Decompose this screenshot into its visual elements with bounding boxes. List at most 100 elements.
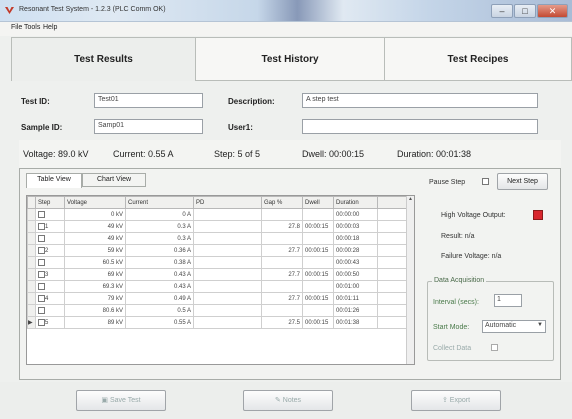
row-header[interactable]: [27, 268, 36, 281]
cell-gap[interactable]: 27.7: [261, 268, 303, 281]
col-header-voltage[interactable]: Voltage: [64, 196, 126, 209]
row-checkbox[interactable]: [38, 294, 45, 302]
cell-pd[interactable]: [193, 256, 262, 269]
close-button[interactable]: ✕: [537, 4, 568, 18]
cell-step[interactable]: 5: [35, 316, 65, 329]
tab-test-results[interactable]: Test Results: [11, 37, 196, 81]
table-row[interactable]: 0 kV 0 A 00:00:00: [27, 208, 408, 221]
table-row[interactable]: 4 79 kV 0.49 A 27.7 00:00:15 00:01:11: [27, 292, 408, 305]
row-checkbox[interactable]: [38, 246, 45, 254]
row-header[interactable]: [27, 232, 36, 245]
row-checkbox[interactable]: [38, 222, 45, 230]
table-row[interactable]: 1 49 kV 0.3 A 27.8 00:00:15 00:00:03: [27, 220, 408, 233]
cell-voltage[interactable]: 69 kV: [64, 268, 126, 281]
row-header[interactable]: [27, 304, 36, 317]
col-header-duration[interactable]: Duration: [333, 196, 378, 209]
cell-dwell[interactable]: [302, 232, 334, 245]
col-header-pd[interactable]: PD: [193, 196, 262, 209]
next-step-button[interactable]: Next Step: [497, 173, 548, 190]
results-table[interactable]: Step Voltage Current PD Gap % Dwell Dura…: [26, 195, 415, 365]
row-checkbox[interactable]: [38, 258, 45, 266]
cell-pd[interactable]: [193, 232, 262, 245]
cell-dwell[interactable]: [302, 208, 334, 221]
row-checkbox[interactable]: [38, 282, 45, 290]
cell-duration[interactable]: 00:00:18: [333, 232, 378, 245]
cell-dwell[interactable]: [302, 256, 334, 269]
cell-gap[interactable]: 27.5: [261, 316, 303, 329]
cell-duration[interactable]: 00:01:26: [333, 304, 378, 317]
row-checkbox[interactable]: [38, 210, 45, 218]
cell-current[interactable]: 0.38 A: [125, 256, 194, 269]
cell-dwell[interactable]: 00:00:15: [302, 292, 334, 305]
cell-voltage[interactable]: 69.3 kV: [64, 280, 126, 293]
row-header[interactable]: [27, 220, 36, 233]
cell-current[interactable]: 0.3 A: [125, 220, 194, 233]
cell-voltage[interactable]: 89 kV: [64, 316, 126, 329]
cell-duration[interactable]: 00:00:00: [333, 208, 378, 221]
cell-gap[interactable]: [261, 208, 303, 221]
current-row-marker-icon[interactable]: ▶: [27, 316, 36, 329]
cell-voltage[interactable]: 0 kV: [64, 208, 126, 221]
table-row[interactable]: 49 kV 0.3 A 00:00:18: [27, 232, 408, 245]
collect-data-checkbox[interactable]: [491, 344, 498, 351]
cell-step[interactable]: [35, 304, 65, 317]
cell-pd[interactable]: [193, 280, 262, 293]
cell-dwell[interactable]: 00:00:15: [302, 268, 334, 281]
cell-dwell[interactable]: 00:00:15: [302, 220, 334, 233]
cell-pd[interactable]: [193, 304, 262, 317]
cell-step[interactable]: [35, 208, 65, 221]
user-field[interactable]: [302, 119, 538, 134]
cell-dwell[interactable]: [302, 280, 334, 293]
row-header[interactable]: [27, 292, 36, 305]
row-checkbox[interactable]: [38, 306, 45, 314]
cell-gap[interactable]: [261, 280, 303, 293]
row-checkbox[interactable]: [38, 318, 45, 326]
menu-file[interactable]: File: [11, 24, 22, 31]
minimize-button[interactable]: –: [491, 4, 513, 18]
cell-pd[interactable]: [193, 220, 262, 233]
tab-test-recipes[interactable]: Test Recipes: [385, 37, 572, 81]
maximize-button[interactable]: □: [514, 4, 536, 18]
cell-gap[interactable]: [261, 232, 303, 245]
cell-duration[interactable]: 00:00:03: [333, 220, 378, 233]
menu-tools[interactable]: Tools: [24, 24, 40, 31]
description-field[interactable]: A step test: [302, 93, 538, 108]
cell-step[interactable]: 2: [35, 244, 65, 257]
test-id-field[interactable]: Test01: [94, 93, 203, 108]
cell-duration[interactable]: 00:00:43: [333, 256, 378, 269]
cell-voltage[interactable]: 80.6 kV: [64, 304, 126, 317]
cell-current[interactable]: 0.43 A: [125, 280, 194, 293]
row-header[interactable]: [27, 244, 36, 257]
cell-duration[interactable]: 00:01:00: [333, 280, 378, 293]
cell-dwell[interactable]: 00:00:15: [302, 244, 334, 257]
cell-current[interactable]: 0.3 A: [125, 232, 194, 245]
table-row[interactable]: 2 59 kV 0.36 A 27.7 00:00:15 00:00:28: [27, 244, 408, 257]
interval-input[interactable]: 1: [494, 294, 522, 307]
table-row[interactable]: 60.5 kV 0.38 A 00:00:43: [27, 256, 408, 269]
cell-step[interactable]: [35, 280, 65, 293]
start-mode-select[interactable]: Automatic ▼: [482, 320, 546, 333]
row-header[interactable]: [27, 256, 36, 269]
cell-duration[interactable]: 00:00:28: [333, 244, 378, 257]
cell-gap[interactable]: 27.7: [261, 292, 303, 305]
cell-current[interactable]: 0.5 A: [125, 304, 194, 317]
cell-voltage[interactable]: 59 kV: [64, 244, 126, 257]
cell-step[interactable]: 4: [35, 292, 65, 305]
cell-gap[interactable]: [261, 256, 303, 269]
table-row[interactable]: 3 69 kV 0.43 A 27.7 00:00:15 00:00:50: [27, 268, 408, 281]
cell-step[interactable]: [35, 256, 65, 269]
sample-id-field[interactable]: Samp01: [94, 119, 203, 134]
cell-current[interactable]: 0.36 A: [125, 244, 194, 257]
save-test-button[interactable]: ▣ Save Test: [76, 390, 166, 411]
menu-help[interactable]: Help: [43, 24, 57, 31]
cell-pd[interactable]: [193, 292, 262, 305]
cell-duration[interactable]: 00:00:50: [333, 268, 378, 281]
cell-voltage[interactable]: 60.5 kV: [64, 256, 126, 269]
cell-pd[interactable]: [193, 208, 262, 221]
cell-gap[interactable]: 27.7: [261, 244, 303, 257]
cell-current[interactable]: 0.43 A: [125, 268, 194, 281]
row-checkbox[interactable]: [38, 270, 45, 278]
cell-pd[interactable]: [193, 316, 262, 329]
cell-dwell[interactable]: 00:00:15: [302, 316, 334, 329]
cell-pd[interactable]: [193, 244, 262, 257]
